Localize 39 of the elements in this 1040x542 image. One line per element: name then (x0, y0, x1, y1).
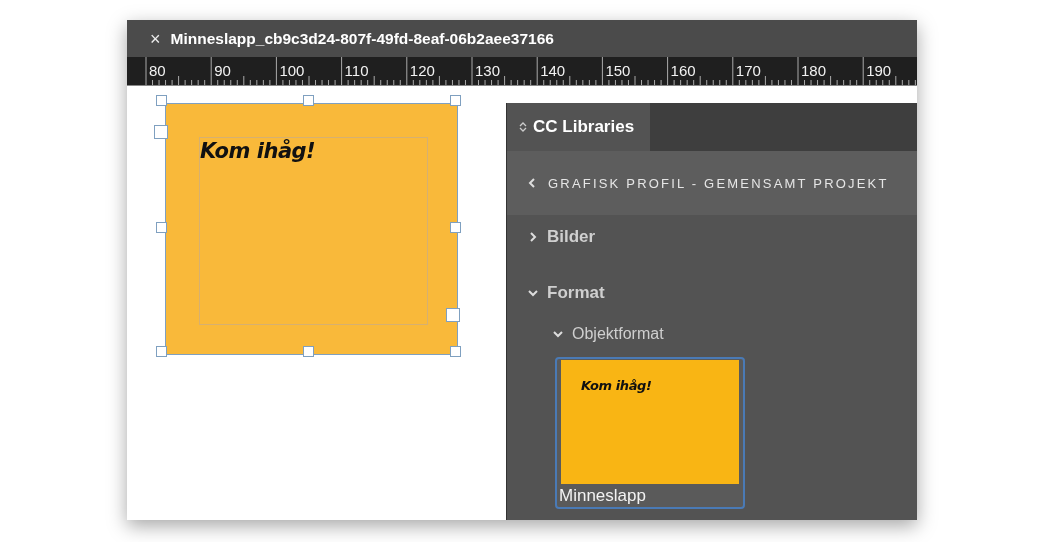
ruler-label: 130 (475, 62, 501, 79)
ruler-label: 100 (279, 62, 305, 79)
selection-handle[interactable] (302, 345, 314, 357)
chevron-icon (527, 287, 539, 299)
selection-handle[interactable] (449, 221, 461, 233)
selection-handle[interactable] (154, 125, 168, 139)
section-header[interactable]: Format (507, 271, 917, 315)
item-name: Minneslapp (558, 485, 647, 506)
ruler-label: 120 (409, 62, 435, 79)
ruler-label: 150 (605, 62, 631, 79)
ruler-label: 110 (344, 62, 369, 79)
selection-handle[interactable] (155, 221, 167, 233)
ruler-label: 140 (540, 62, 566, 79)
selection-handle[interactable] (302, 94, 314, 106)
library-back-button[interactable]: GRAFISK PROFIL - GEMENSAMT PROJEKT (507, 151, 917, 215)
selection-handle[interactable] (449, 94, 461, 106)
section-header[interactable]: Bilder (507, 215, 917, 259)
panel-tab[interactable]: CC Libraries (507, 103, 651, 151)
library-item[interactable]: Kom ihåg! Minneslapp (555, 357, 745, 509)
selection-handle[interactable] (155, 94, 167, 106)
selection-handle[interactable] (446, 308, 460, 322)
back-icon (526, 177, 538, 189)
selection-handle[interactable] (155, 345, 167, 357)
ruler-label: 90 (214, 62, 231, 79)
subsection-header[interactable]: Objektformat (507, 315, 917, 353)
note-text: Kom ihåg! (200, 139, 316, 163)
ruler-label: 180 (801, 62, 827, 79)
preview-text: Kom ihåg! (581, 378, 652, 393)
sticky-note[interactable]: Kom ihåg! (165, 103, 458, 355)
document-title: Minneslapp_cb9c3d24-807f-49fd-8eaf-06b2aee37166 (170, 29, 554, 48)
ruler-label: 80 (149, 62, 166, 79)
selection-handle[interactable] (449, 345, 461, 357)
ruler-label: 170 (735, 62, 761, 79)
close-button[interactable]: × (150, 29, 161, 48)
chevron-icon (527, 231, 539, 243)
sort-icon (519, 121, 527, 133)
chevron-icon (552, 328, 564, 340)
ruler-label: 190 (866, 62, 892, 79)
ruler-label: 160 (670, 62, 696, 79)
